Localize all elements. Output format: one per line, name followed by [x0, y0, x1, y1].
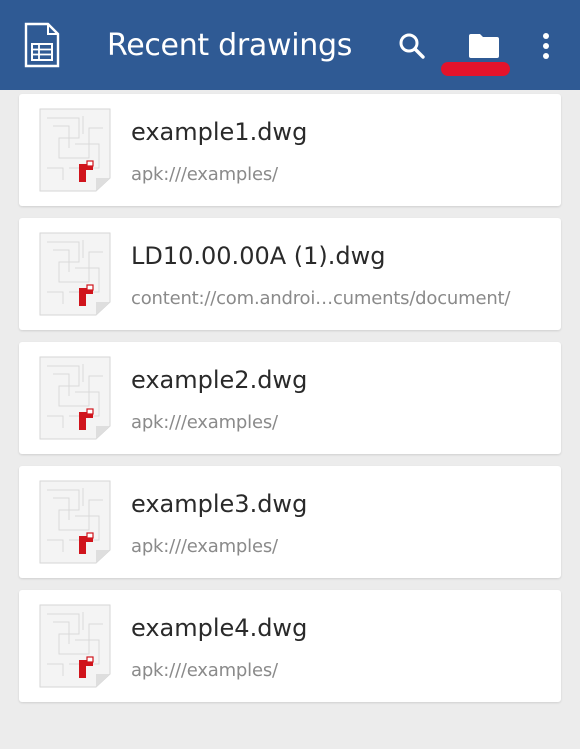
list-item[interactable]: example2.dwg apk:///examples/	[19, 342, 561, 454]
drawing-document-icon	[24, 22, 60, 68]
list-item[interactable]: example3.dwg apk:///examples/	[19, 466, 561, 578]
file-name: example4.dwg	[131, 614, 308, 642]
folder-highlight-mark	[441, 62, 510, 76]
folder-icon	[469, 34, 499, 58]
file-name: LD10.00.00A (1).dwg	[131, 242, 386, 270]
dwg-file-icon	[39, 108, 111, 192]
dwg-file-icon	[39, 480, 111, 564]
search-icon	[399, 33, 425, 59]
file-path: apk:///examples/	[131, 660, 278, 681]
dwg-file-icon	[39, 356, 111, 440]
file-name: example3.dwg	[131, 490, 308, 518]
file-path: apk:///examples/	[131, 536, 278, 557]
more-options-button[interactable]	[524, 24, 568, 68]
more-vert-icon	[543, 33, 549, 59]
list-item[interactable]: LD10.00.00A (1).dwg content://com.androi…	[19, 218, 561, 330]
file-path: content://com.androi…cuments/document/	[131, 288, 511, 309]
list-item[interactable]: example4.dwg apk:///examples/	[19, 590, 561, 702]
page-title: Recent drawings	[107, 28, 353, 63]
file-path: apk:///examples/	[131, 164, 278, 185]
file-path: apk:///examples/	[131, 412, 278, 433]
search-button[interactable]	[390, 24, 434, 68]
dwg-file-icon	[39, 232, 111, 316]
dwg-file-icon	[39, 604, 111, 688]
app-bar: Recent drawings	[0, 0, 580, 90]
file-name: example2.dwg	[131, 366, 308, 394]
file-name: example1.dwg	[131, 118, 308, 146]
list-item[interactable]: example1.dwg apk:///examples/	[19, 94, 561, 206]
